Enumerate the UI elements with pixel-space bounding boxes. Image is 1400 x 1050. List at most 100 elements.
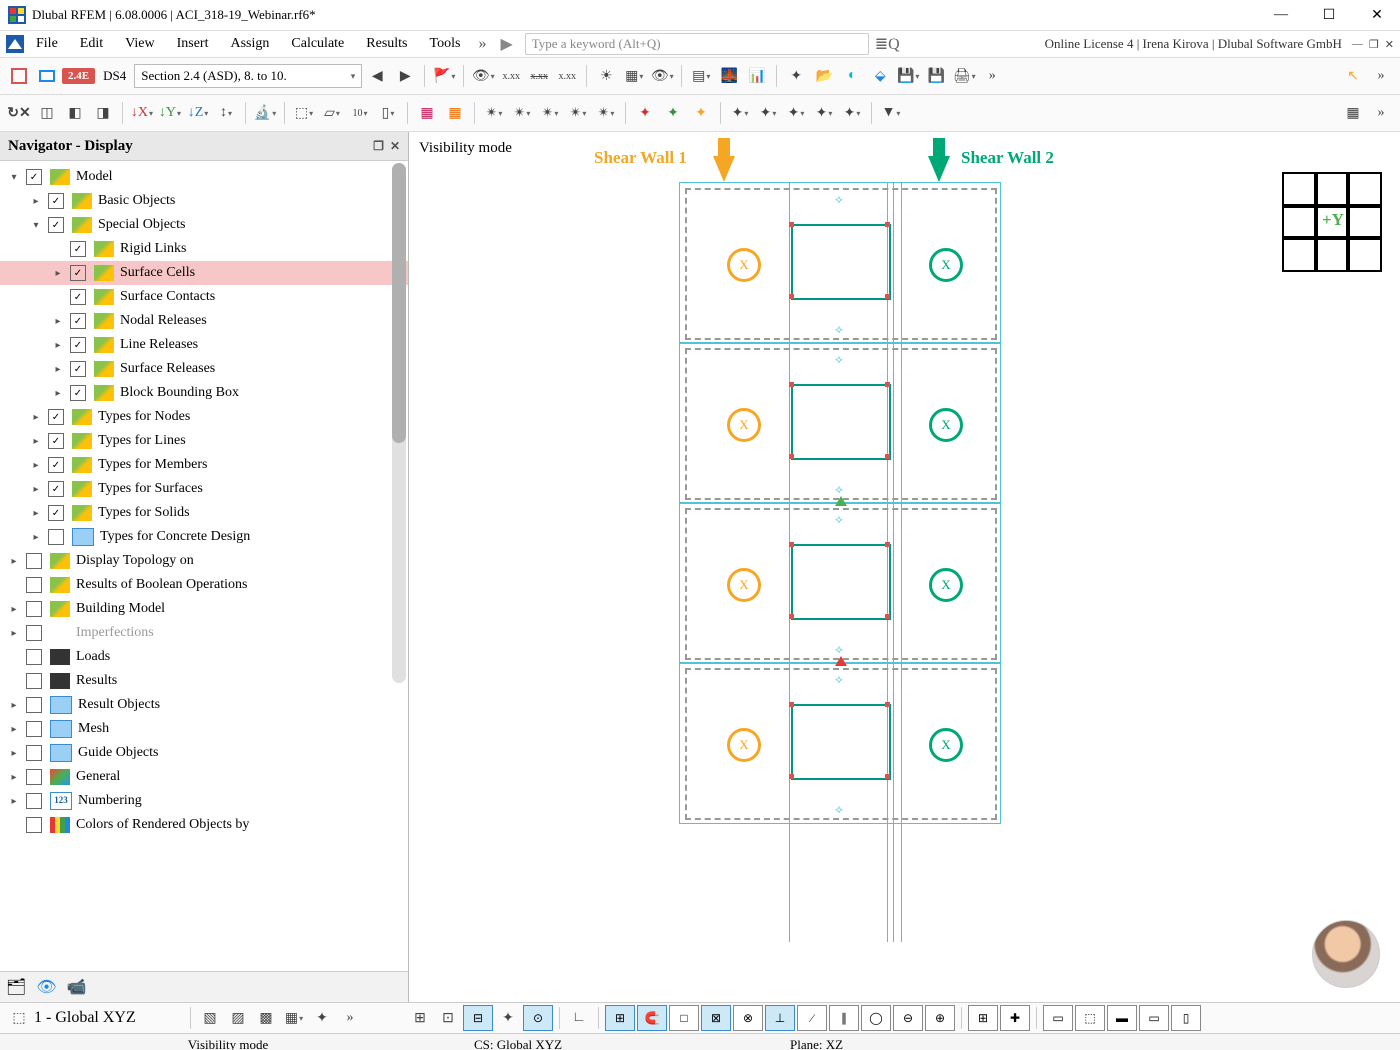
spark5-icon[interactable]: ✴ — [593, 100, 619, 126]
osnap-grid-icon[interactable]: ⊞ — [605, 1005, 635, 1031]
snap4-icon[interactable]: ✦ — [495, 1005, 521, 1031]
tree-row-15[interactable]: ▸Types for Concrete Design — [0, 525, 408, 549]
checkbox[interactable] — [70, 265, 86, 281]
sel5-icon[interactable]: ✦ — [839, 100, 865, 126]
menu-calculate[interactable]: Calculate — [281, 34, 354, 54]
osnap-magnet-icon[interactable]: 🧲 — [637, 1005, 667, 1031]
chart-icon[interactable]: 📊 — [744, 63, 770, 89]
dim-strike-icon[interactable]: x.xx — [526, 63, 552, 89]
tree-row-25[interactable]: ▸General — [0, 765, 408, 789]
overflow-1-icon[interactable]: » — [979, 63, 1005, 89]
expand-icon[interactable]: ▸ — [50, 316, 66, 327]
viewport[interactable]: Visibility mode Shear Wall 1 Shear Wall … — [409, 132, 1400, 1002]
tree-row-0[interactable]: ▾Model — [0, 165, 408, 189]
menu-file[interactable]: File — [26, 34, 68, 54]
star-b-icon[interactable]: ✦ — [688, 100, 714, 126]
orientation-cube[interactable]: +Y — [1282, 172, 1382, 272]
tb-new-icon[interactable] — [6, 63, 32, 89]
tree-row-9[interactable]: ▸Block Bounding Box — [0, 381, 408, 405]
checkbox[interactable] — [26, 721, 42, 737]
tree-row-5[interactable]: Surface Contacts — [0, 285, 408, 309]
tree-row-12[interactable]: ▸Types for Members — [0, 453, 408, 477]
spark3-icon[interactable]: ✴ — [537, 100, 563, 126]
persp-icon[interactable]: ⬚ — [291, 100, 317, 126]
tab-video-icon[interactable]: 📹 — [67, 977, 87, 997]
expand-icon[interactable]: ▸ — [50, 364, 66, 375]
tab-eye-icon[interactable]: 👁 — [36, 977, 56, 997]
expand-icon[interactable]: ▸ — [28, 412, 44, 423]
maximize-button[interactable]: ☐ — [1314, 7, 1344, 24]
tree-row-20[interactable]: Loads — [0, 645, 408, 669]
expand-icon[interactable]: ▸ — [6, 628, 22, 639]
osnap-tan-icon[interactable]: ⊖ — [893, 1005, 923, 1031]
snap2-icon[interactable]: ⊡ — [435, 1005, 461, 1031]
checkbox[interactable] — [70, 385, 86, 401]
osnap-line-icon[interactable]: ⁄ — [797, 1005, 827, 1031]
tree-row-16[interactable]: ▸Display Topology on — [0, 549, 408, 573]
snap3-icon[interactable]: ⊟ — [463, 1005, 493, 1031]
panel-close-icon[interactable]: ✕ — [390, 139, 400, 154]
bt-overflow-icon[interactable]: » — [337, 1005, 363, 1031]
tree-row-7[interactable]: ▸Line Releases — [0, 333, 408, 357]
checkbox[interactable] — [26, 673, 42, 689]
osnap-circ-icon[interactable]: ◯ — [861, 1005, 891, 1031]
star-r-icon[interactable]: ✦ — [632, 100, 658, 126]
expand-icon[interactable]: ▸ — [28, 196, 44, 207]
star-g-icon[interactable]: ✦ — [660, 100, 686, 126]
expand-icon[interactable]: ▸ — [50, 268, 66, 279]
osnap-int-icon[interactable]: ⊗ — [733, 1005, 763, 1031]
checkbox[interactable] — [48, 217, 64, 233]
expand-icon[interactable]: ▸ — [28, 508, 44, 519]
cs-icon[interactable]: ⬚ — [6, 1005, 32, 1031]
checkbox[interactable] — [48, 529, 64, 545]
cloud-icon[interactable]: ◐ — [839, 63, 865, 89]
overflow-1b-icon[interactable]: » — [1368, 63, 1394, 89]
mesh1-icon[interactable]: ▦ — [414, 100, 440, 126]
mdi-close-icon[interactable]: ✕ — [1385, 38, 1394, 51]
expand-icon[interactable]: ▾ — [6, 172, 22, 183]
checkbox[interactable] — [26, 169, 42, 185]
tree-row-24[interactable]: ▸Guide Objects — [0, 741, 408, 765]
minimize-button[interactable]: ― — [1266, 7, 1296, 24]
axis-y-icon[interactable]: ↓Y — [157, 100, 183, 126]
tree-row-6[interactable]: ▸Nodal Releases — [0, 309, 408, 333]
guide1-icon[interactable]: ⊞ — [968, 1005, 998, 1031]
checkbox[interactable] — [70, 289, 86, 305]
expand-icon[interactable]: ▸ — [50, 340, 66, 351]
dim-xx-icon[interactable]: x.xx — [498, 63, 524, 89]
sel4-icon[interactable]: ✦ — [811, 100, 837, 126]
mdi-restore-icon[interactable]: ❐ — [1369, 38, 1379, 51]
tree-row-23[interactable]: ▸Mesh — [0, 717, 408, 741]
expand-icon[interactable]: ▸ — [28, 436, 44, 447]
expand-icon[interactable]: ▸ — [6, 604, 22, 615]
menu-tools[interactable]: Tools — [420, 34, 471, 54]
expand-icon[interactable]: ▸ — [6, 748, 22, 759]
eye-2-icon[interactable]: 👁 — [649, 63, 675, 89]
expand-icon[interactable]: ▸ — [50, 388, 66, 399]
snap5-icon[interactable]: ⊙ — [523, 1005, 553, 1031]
save-icon[interactable]: 💾 — [895, 63, 921, 89]
dim-xxx-icon[interactable]: x.xx — [554, 63, 580, 89]
checkbox[interactable] — [26, 577, 42, 593]
expand-icon[interactable]: ▸ — [28, 532, 44, 543]
spark2-icon[interactable]: ✴ — [509, 100, 535, 126]
menu-insert[interactable]: Insert — [167, 34, 219, 54]
axis-xy-icon[interactable]: ↕ — [213, 100, 239, 126]
tree-row-13[interactable]: ▸Types for Surfaces — [0, 477, 408, 501]
tree-row-18[interactable]: ▸Building Model — [0, 597, 408, 621]
layer-icon[interactable]: ▤ — [688, 63, 714, 89]
checkbox[interactable] — [70, 361, 86, 377]
bt-4-icon[interactable]: ▦ — [281, 1005, 307, 1031]
grid-toggle-icon[interactable]: ▦ — [1340, 100, 1366, 126]
checkbox[interactable] — [26, 697, 42, 713]
tree-row-19[interactable]: ▸Imperfections — [0, 621, 408, 645]
g2-icon[interactable]: ⬚ — [1075, 1005, 1105, 1031]
checkbox[interactable] — [48, 505, 64, 521]
menu-view[interactable]: View — [115, 34, 164, 54]
checkbox[interactable] — [48, 433, 64, 449]
bt-2-icon[interactable]: ▨ — [225, 1005, 251, 1031]
tree-row-22[interactable]: ▸Result Objects — [0, 693, 408, 717]
star-icon[interactable]: ✦ — [783, 63, 809, 89]
checkbox[interactable] — [26, 649, 42, 665]
sel1-icon[interactable]: ✦ — [727, 100, 753, 126]
